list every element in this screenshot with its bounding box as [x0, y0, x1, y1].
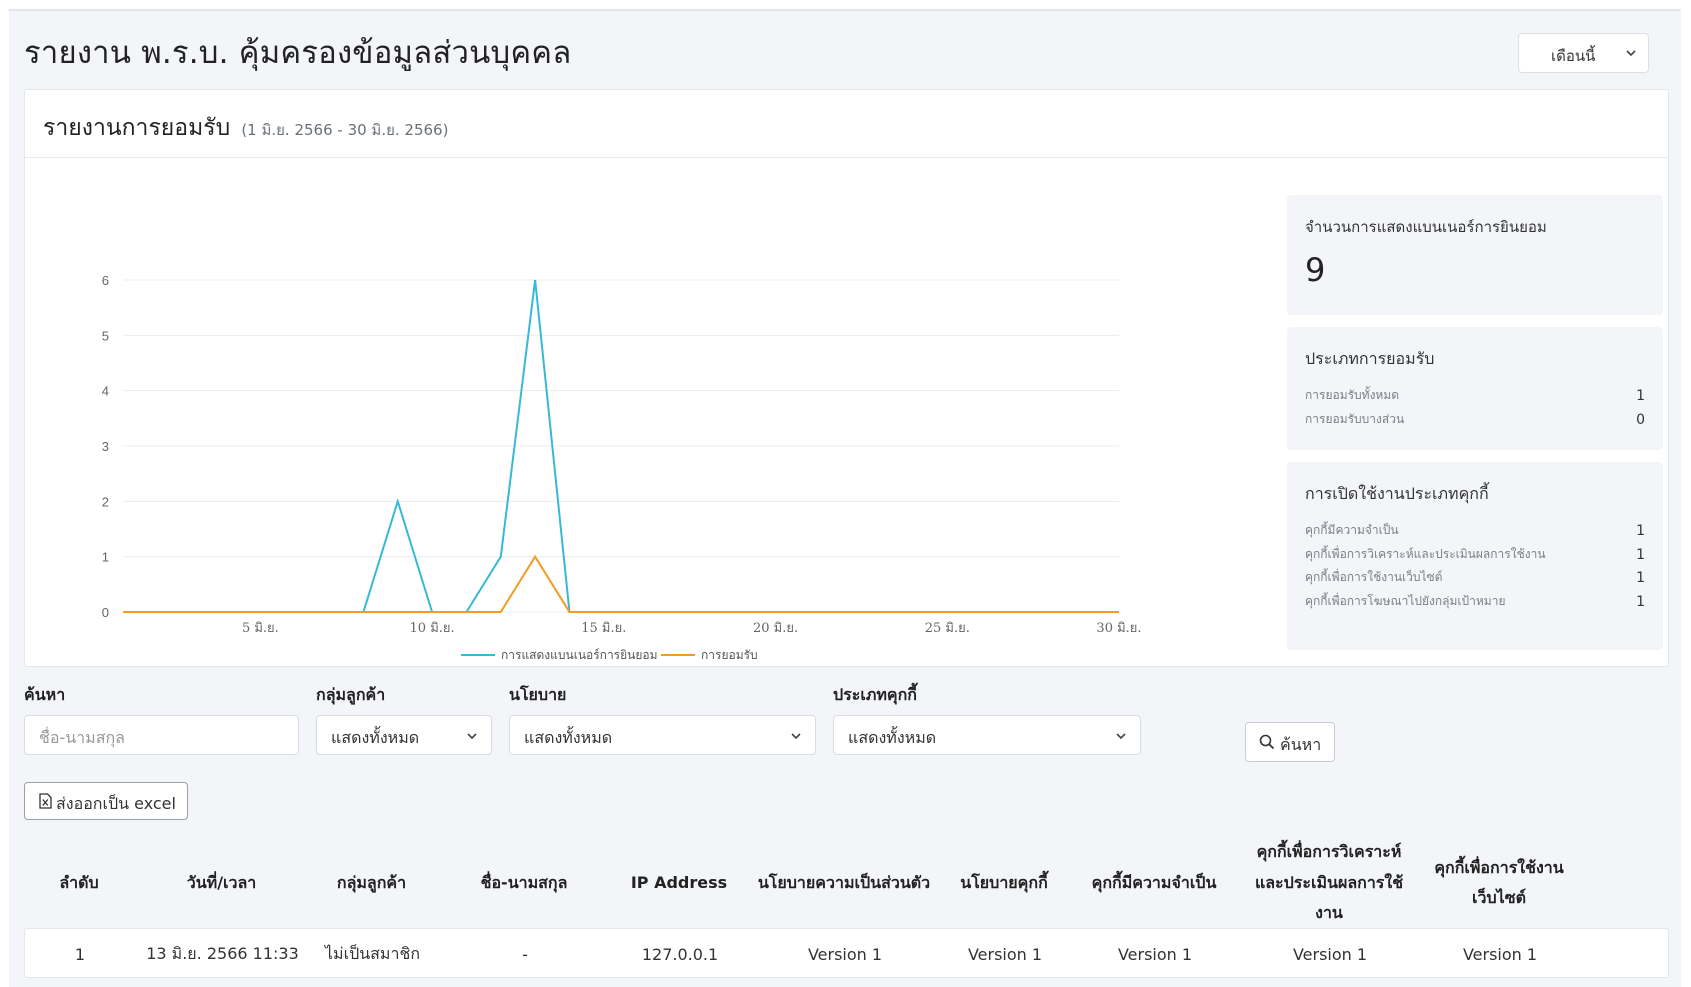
y-tick-label: 6 — [102, 273, 109, 288]
column-header: คุกกี้เพื่อการใช้งานเว็บไซต์ — [1434, 857, 1564, 907]
accept-type-box: ประเภทการยอมรับ การยอมรับทั้งหมด 1 การยอ… — [1287, 327, 1663, 450]
cookie-type-title: การเปิดใช้งานประเภทคุกกี้ — [1305, 484, 1489, 503]
table-cell: Version 1 — [1292, 944, 1368, 964]
card-header: รายงานการยอมรับ (1 มิ.ย. 2566 - 30 มิ.ย.… — [25, 90, 1668, 158]
export-button-label: ส่งออกเป็น excel — [56, 794, 176, 813]
page-title: รายงาน พ.ร.บ. คุ้มครองข้อมูลส่วนบุคคล — [24, 35, 572, 71]
group-select-value: แสดงทั้งหมด — [331, 728, 420, 747]
table-cell: Version 1 — [1462, 944, 1538, 964]
cookie-type-select[interactable]: แสดงทั้งหมด — [833, 715, 1141, 755]
stat-row: คุกกี้มีความจำเป็น 1 — [1305, 523, 1645, 541]
column-header: ชื่อ-นามสกุล — [480, 872, 568, 892]
table-cell: 13 มิ.ย. 2566 11:33 — [146, 943, 299, 963]
stat-value: 0 — [1636, 411, 1645, 428]
cookie-type-select-value: แสดงทั้งหมด — [848, 728, 937, 747]
banner-count-box: จำนวนการแสดงแบนเนอร์การยินยอม 9 — [1287, 195, 1663, 315]
stat-row: คุกกี้เพื่อการโฆษณาไปยังกลุ่มเป้าหมาย 1 — [1305, 594, 1645, 612]
export-excel-button[interactable]: ส่งออกเป็น excel — [24, 782, 188, 820]
column-header: นโยบายคุกกี้ — [960, 872, 1048, 892]
group-select[interactable]: แสดงทั้งหมด — [316, 715, 492, 755]
chevron-down-icon — [467, 733, 477, 740]
x-tick-label: 10 มิ.ย. — [410, 621, 455, 636]
consent-line-chart: 0 1 2 3 4 5 6 5 มิ.ย. 10 มิ.ย. 15 มิ.ย. 20 มิ.ย. 25… — [25, 160, 1275, 660]
x-tick-label: 30 มิ.ย. — [1096, 621, 1141, 636]
stat-label: การยอมรับบางส่วน — [1305, 411, 1405, 426]
x-tick-label: 20 มิ.ย. — [753, 621, 798, 636]
report-date-range: (1 มิ.ย. 2566 - 30 มิ.ย. 2566) — [241, 121, 449, 139]
y-tick-label: 2 — [102, 494, 109, 509]
period-select-value: เดือนนี้ — [1551, 47, 1596, 65]
table-cell: Version 1 — [1117, 944, 1193, 964]
column-header: นโยบายความเป็นส่วนตัว — [757, 872, 931, 892]
chevron-down-icon — [791, 733, 801, 740]
stat-label: คุกกี้เพื่อการโฆษณาไปยังกลุ่มเป้าหมาย — [1305, 593, 1506, 608]
column-header: ลำดับ — [59, 872, 99, 892]
cookie-type-label: ประเภทคุกกี้ — [833, 685, 917, 704]
y-tick-label: 3 — [102, 439, 109, 454]
search-icon — [1259, 734, 1275, 750]
stat-row: คุกกี้เพื่อการใช้งานเว็บไซต์ 1 — [1305, 570, 1645, 588]
accept-type-title: ประเภทการยอมรับ — [1305, 349, 1435, 368]
table-header: ลำดับ วันที่/เวลา กลุ่มลูกค้า ชื่อ-นามสก… — [24, 842, 1664, 923]
stat-row: คุกกี้เพื่อการวิเคราะห์และประเมินผลการใช… — [1305, 547, 1645, 565]
table-cell: - — [522, 944, 528, 964]
stat-label: คุกกี้มีความจำเป็น — [1305, 523, 1399, 537]
y-tick-label: 1 — [102, 550, 109, 565]
series-line — [123, 554, 1119, 613]
legend-label: การแสดงแบนเนอร์การยินยอม — [501, 648, 658, 660]
y-tick-label: 4 — [102, 384, 109, 399]
table-cell: ไม่เป็นสมาชิก — [325, 943, 420, 963]
y-tick-label: 5 — [102, 328, 109, 343]
filter-bar: ค้นหา ชื่อ-นามสกุล กลุ่มลูกค้า แสดงทั้งห… — [24, 683, 1664, 755]
search-button-label: ค้นหา — [1280, 735, 1322, 754]
chevron-down-icon — [1626, 50, 1636, 57]
column-header: วันที่/เวลา — [186, 872, 257, 892]
table-cell: 127.0.0.1 — [641, 944, 719, 964]
excel-file-icon — [39, 793, 52, 809]
search-button[interactable]: ค้นหา — [1245, 722, 1335, 762]
table-cell: 1 — [74, 944, 86, 964]
table-cell: Version 1 — [967, 944, 1043, 964]
column-header: คุกกี้มีความจำเป็น — [1091, 872, 1217, 892]
stat-label: คุกกี้เพื่อการวิเคราะห์และประเมินผลการใช… — [1305, 546, 1546, 561]
stat-value: 1 — [1636, 523, 1645, 539]
column-header: IP Address — [630, 872, 728, 892]
page-background: รายงาน พ.ร.บ. คุ้มครองข้อมูลส่วนบุคคล เด… — [9, 9, 1681, 987]
banner-count-value: 9 — [1305, 251, 1326, 289]
y-tick-label: 0 — [102, 605, 109, 620]
stat-value: 1 — [1636, 570, 1645, 586]
chart-svg: 0 1 2 3 4 5 6 5 มิ.ย. 10 มิ.ย. 15 มิ.ย. 20 มิ.ย. 25… — [102, 273, 1142, 660]
stat-label: คุกกี้เพื่อการใช้งานเว็บไซต์ — [1305, 570, 1443, 584]
group-label: กลุ่มลูกค้า — [316, 685, 386, 704]
table-cell: Version 1 — [807, 944, 883, 964]
legend-label: การยอมรับ — [701, 648, 758, 660]
policy-select[interactable]: แสดงทั้งหมด — [509, 715, 816, 755]
report-title: รายงานการยอมรับ — [43, 115, 231, 141]
stat-value: 1 — [1636, 593, 1645, 610]
x-tick-label: 15 มิ.ย. — [581, 621, 626, 636]
period-select[interactable]: เดือนนี้ — [1518, 33, 1649, 73]
x-tick-label: 25 มิ.ย. — [925, 621, 970, 636]
chevron-down-icon — [1116, 733, 1126, 740]
stat-label: การยอมรับทั้งหมด — [1305, 388, 1400, 402]
table-row[interactable]: 1 13 มิ.ย. 2566 11:33 ไม่เป็นสมาชิก - 12… — [24, 928, 1669, 978]
column-header: คุกกี้เพื่อการวิเคราะห์และประเมินผลการใช… — [1254, 842, 1404, 923]
search-label: ค้นหา — [24, 685, 66, 704]
consent-report-card: รายงานการยอมรับ (1 มิ.ย. 2566 - 30 มิ.ย.… — [24, 89, 1669, 667]
x-tick-label: 5 มิ.ย. — [242, 621, 279, 636]
policy-label: นโยบาย — [509, 685, 567, 704]
banner-count-label: จำนวนการแสดงแบนเนอร์การยินยอม — [1305, 218, 1547, 236]
search-input[interactable]: ชื่อ-นามสกุล — [24, 715, 299, 755]
stat-value: 1 — [1636, 388, 1645, 404]
policy-select-value: แสดงทั้งหมด — [524, 728, 613, 747]
column-header: กลุ่มลูกค้า — [336, 872, 407, 892]
stat-value: 1 — [1636, 546, 1645, 563]
cookie-type-box: การเปิดใช้งานประเภทคุกกี้ คุกกี้มีความจำ… — [1287, 462, 1663, 650]
stat-row: การยอมรับทั้งหมด 1 — [1305, 388, 1645, 406]
stat-row: การยอมรับบางส่วน 0 — [1305, 412, 1645, 430]
